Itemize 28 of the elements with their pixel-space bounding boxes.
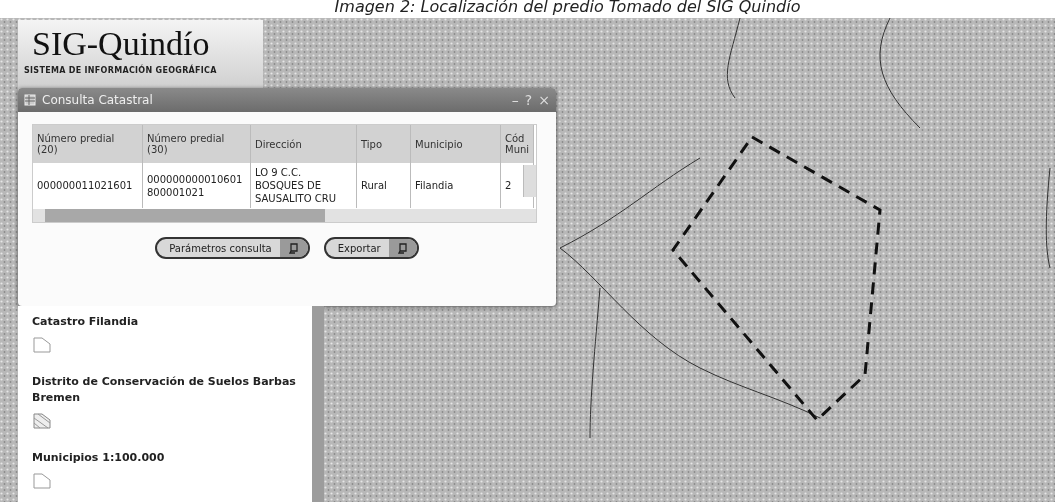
dialog-button[interactable]: Exportar bbox=[323, 237, 419, 259]
table-cell: 000000011021601 bbox=[33, 163, 143, 208]
table-cell: Rural bbox=[357, 163, 411, 208]
table-cell: Filandia bbox=[411, 163, 501, 208]
polygon-symbol-icon bbox=[32, 336, 52, 354]
logo-title: SIG-Quindío bbox=[31, 24, 211, 64]
table-cell: 000000000010601 800001021 bbox=[143, 163, 251, 208]
polygon-symbol-icon bbox=[32, 472, 52, 490]
vertical-scrollbar[interactable] bbox=[523, 165, 536, 197]
document-icon bbox=[288, 242, 299, 254]
document-icon bbox=[397, 242, 408, 254]
column-header[interactable]: Municipio bbox=[411, 125, 501, 163]
dialog-title: Consulta Catastral bbox=[42, 93, 154, 107]
column-header[interactable]: Número predial (30) bbox=[143, 125, 251, 163]
column-header[interactable]: Número predial (20) bbox=[33, 125, 143, 163]
layer-title: Catastro Filandia bbox=[32, 314, 140, 330]
table-cell: LO 9 C.C. BOSQUES DE SAUSALITO CRU bbox=[251, 163, 357, 208]
hatched-polygon-icon bbox=[32, 412, 52, 430]
table-icon bbox=[24, 94, 36, 106]
dialog-button[interactable]: Parámetros consulta bbox=[155, 237, 310, 259]
horizontal-scrollbar[interactable] bbox=[33, 209, 536, 222]
column-header[interactable]: Tipo bbox=[357, 125, 411, 163]
layer-title: Distrito de Conservación de Suelos Barbas Bremen bbox=[32, 374, 297, 406]
figure-caption: Imagen 2: Localización del predio Tomado del SIG Quindío bbox=[333, 0, 802, 18]
logo-subtitle: SISTEMA DE INFORMACIÓN GEOGRÁFICA bbox=[24, 66, 218, 75]
layer-title: Municipios 1:100.000 bbox=[32, 450, 166, 466]
column-header[interactable]: Dirección bbox=[251, 125, 357, 163]
column-header[interactable]: Cód Muni bbox=[501, 125, 535, 163]
